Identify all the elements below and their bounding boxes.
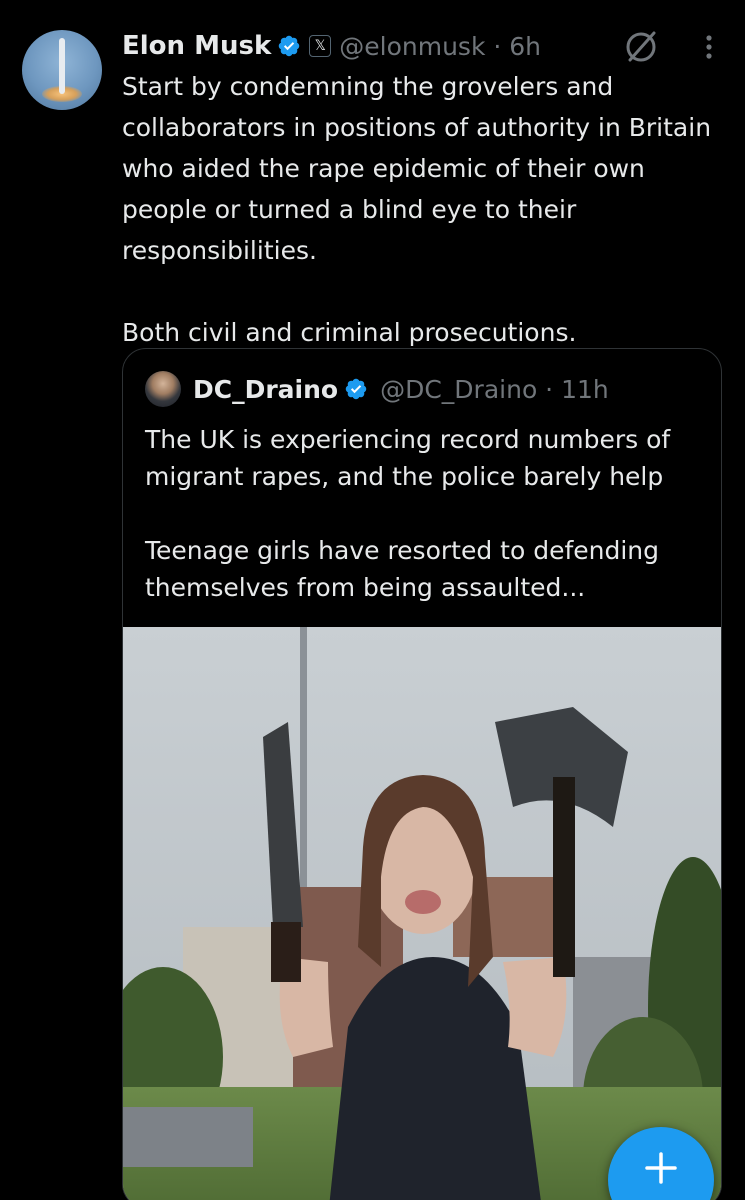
quoted-tweet-media[interactable] xyxy=(123,627,722,1200)
more-vertical-icon[interactable] xyxy=(697,32,721,62)
quoted-tweet-text: The UK is experiencing record numbers of… xyxy=(145,425,671,602)
quoted-author-avatar[interactable] xyxy=(145,371,181,407)
quoted-tweet[interactable]: DC_Draino @DC_Draino · 11h The UK is exp… xyxy=(122,348,722,1200)
plus-icon xyxy=(645,1152,677,1184)
verified-badge-icon xyxy=(279,35,300,57)
tweet-header: Elon Musk 𝕏 @elonmusk · 6h xyxy=(122,28,541,64)
x-badge-icon: 𝕏 xyxy=(309,35,332,57)
author-handle-time[interactable]: @elonmusk · 6h xyxy=(339,32,541,61)
author-name[interactable]: Elon Musk xyxy=(122,31,271,61)
quoted-tweet-header: DC_Draino @DC_Draino · 11h xyxy=(145,369,609,409)
grok-icon[interactable] xyxy=(622,28,660,66)
verified-badge-icon xyxy=(345,378,367,400)
author-avatar[interactable] xyxy=(22,30,102,110)
quoted-author-name[interactable]: DC_Draino xyxy=(193,375,338,404)
quoted-author-handle-time[interactable]: @DC_Draino · 11h xyxy=(380,375,609,404)
tweet-text: Start by condemning the grovelers and co… xyxy=(122,72,712,347)
